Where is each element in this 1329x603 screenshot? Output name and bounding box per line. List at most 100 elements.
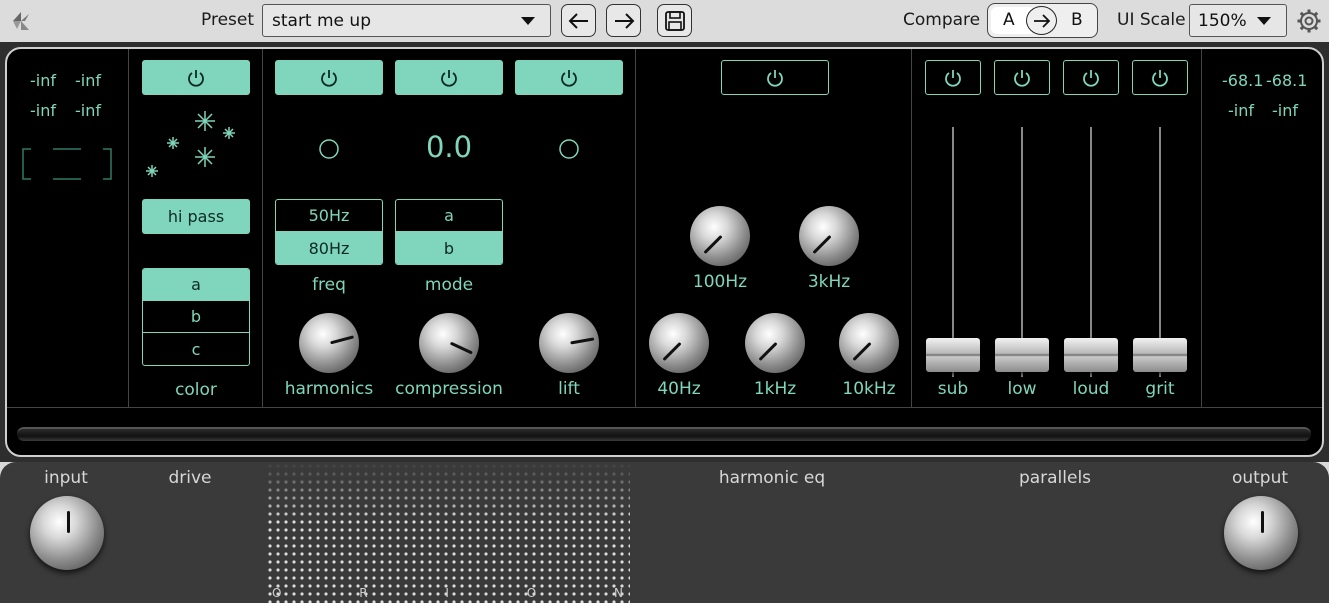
sub-fader-handle[interactable] — [926, 338, 980, 372]
output-rms-left: -inf — [1228, 101, 1254, 120]
arrow-left-icon — [568, 12, 588, 29]
input-gain-knob[interactable] — [30, 496, 104, 570]
compare-copy-button[interactable] — [1026, 6, 1057, 35]
eq-power-button[interactable] — [721, 60, 829, 95]
divider — [262, 49, 263, 407]
power-icon — [321, 69, 337, 87]
lift-label: lift — [558, 379, 580, 399]
power-icon — [767, 69, 783, 87]
color-label: color — [175, 380, 217, 400]
divider — [911, 49, 912, 407]
divider — [1201, 49, 1202, 407]
logo-icon[interactable] — [9, 9, 33, 33]
harmonics-knob[interactable] — [299, 313, 359, 373]
chevron-down-icon — [1257, 17, 1271, 25]
compare-toggle[interactable]: A B — [987, 3, 1098, 38]
speaker-grille-fade — [266, 462, 630, 522]
eq-1khz-knob[interactable] — [745, 313, 805, 373]
brand-letter: N — [613, 586, 624, 600]
freq-option-50hz[interactable]: 50Hz — [276, 200, 382, 232]
harmonic-eq-label: harmonic eq — [718, 468, 826, 488]
drive-label: drive — [168, 468, 212, 488]
power-icon — [441, 69, 457, 87]
toolbar: Preset start me up Compare A B UI Scale … — [0, 0, 1329, 42]
low-fader-handle[interactable] — [995, 338, 1049, 372]
ui-scale-dropdown[interactable]: 150% — [1189, 4, 1287, 37]
input-peak-left: -inf — [30, 71, 56, 90]
output-peak-left: -68.1 — [1222, 71, 1264, 90]
color-option-c[interactable]: c — [143, 333, 249, 365]
divider — [635, 49, 636, 407]
divider — [7, 407, 1322, 408]
input-label: input — [44, 468, 88, 488]
loud-fader-handle[interactable] — [1064, 338, 1118, 372]
next-preset-button[interactable] — [606, 4, 641, 37]
color-option-a[interactable]: a — [143, 269, 249, 301]
power-icon — [1014, 69, 1030, 87]
compare-a-button[interactable]: A — [1003, 10, 1015, 30]
hi-pass-button[interactable]: hi pass — [142, 199, 250, 234]
mode-option-b[interactable]: b — [396, 232, 502, 264]
mode-label: mode — [424, 275, 474, 295]
brand-letter: O — [272, 586, 283, 600]
input-clip-indicator[interactable] — [21, 147, 113, 181]
power-icon — [1083, 69, 1099, 87]
freq-option-80hz[interactable]: 80Hz — [276, 232, 382, 264]
output-label: output — [1231, 468, 1289, 488]
arrow-right-icon — [1033, 13, 1050, 28]
input-peak-right: -inf — [75, 71, 101, 90]
lift-power-button[interactable] — [515, 60, 623, 95]
compression-knob[interactable] — [419, 313, 479, 373]
arrow-right-icon — [614, 12, 634, 29]
eq-40hz-knob[interactable] — [649, 313, 709, 373]
mode-option-a[interactable]: a — [396, 200, 502, 232]
harmonics-label: harmonics — [284, 379, 374, 399]
save-preset-button[interactable] — [657, 4, 692, 37]
freq-selector[interactable]: 50Hz 80Hz — [275, 199, 383, 265]
lift-knob[interactable] — [539, 313, 599, 373]
eq-3khz-label: 3kHz — [807, 272, 851, 292]
brand-wordmark: O R I O N — [272, 586, 624, 600]
brand-letter: R — [359, 586, 369, 600]
output-peak-right: -68.1 — [1266, 71, 1308, 90]
compression-power-button[interactable] — [395, 60, 503, 95]
gear-icon[interactable] — [1296, 8, 1322, 34]
sub-power-button[interactable] — [925, 60, 981, 95]
input-rms-right: -inf — [75, 101, 101, 120]
brand-letter: I — [445, 586, 450, 600]
low-power-button[interactable] — [994, 60, 1050, 95]
ui-scale-label: UI Scale — [1117, 10, 1186, 30]
lift-led-indicator — [559, 139, 579, 159]
grit-fader-handle[interactable] — [1133, 338, 1187, 372]
sparkle-icon — [146, 111, 235, 177]
compare-b-button[interactable]: B — [1071, 10, 1083, 30]
ui-scale-value: 150% — [1198, 11, 1247, 31]
grit-power-button[interactable] — [1132, 60, 1188, 95]
loud-power-button[interactable] — [1063, 60, 1119, 95]
freq-label: freq — [312, 275, 346, 295]
preset-value: start me up — [272, 11, 371, 31]
display-slot — [17, 427, 1311, 441]
input-rms-left: -inf — [30, 101, 56, 120]
grit-label: grit — [1145, 379, 1175, 399]
output-rms-right: -inf — [1272, 101, 1298, 120]
chevron-down-icon — [521, 17, 535, 25]
preset-dropdown[interactable]: start me up — [262, 4, 551, 37]
compression-value-display: 0.0 — [425, 130, 473, 164]
eq-3khz-knob[interactable] — [799, 206, 859, 266]
color-power-button[interactable] — [142, 60, 250, 95]
compare-label: Compare — [903, 10, 981, 30]
mode-selector[interactable]: a b — [395, 199, 503, 265]
parallels-label: parallels — [1018, 468, 1092, 488]
previous-preset-button[interactable] — [561, 4, 596, 37]
harmonics-power-button[interactable] — [275, 60, 383, 95]
eq-10khz-knob[interactable] — [839, 313, 899, 373]
power-icon — [1152, 69, 1168, 87]
harmonics-led-indicator — [319, 139, 339, 159]
preset-label: Preset — [201, 10, 255, 30]
output-gain-knob[interactable] — [1224, 496, 1298, 570]
brand-letter: O — [526, 586, 538, 600]
color-selector[interactable]: a b c — [142, 268, 250, 366]
eq-100hz-knob[interactable] — [690, 206, 750, 266]
color-option-b[interactable]: b — [143, 301, 249, 333]
